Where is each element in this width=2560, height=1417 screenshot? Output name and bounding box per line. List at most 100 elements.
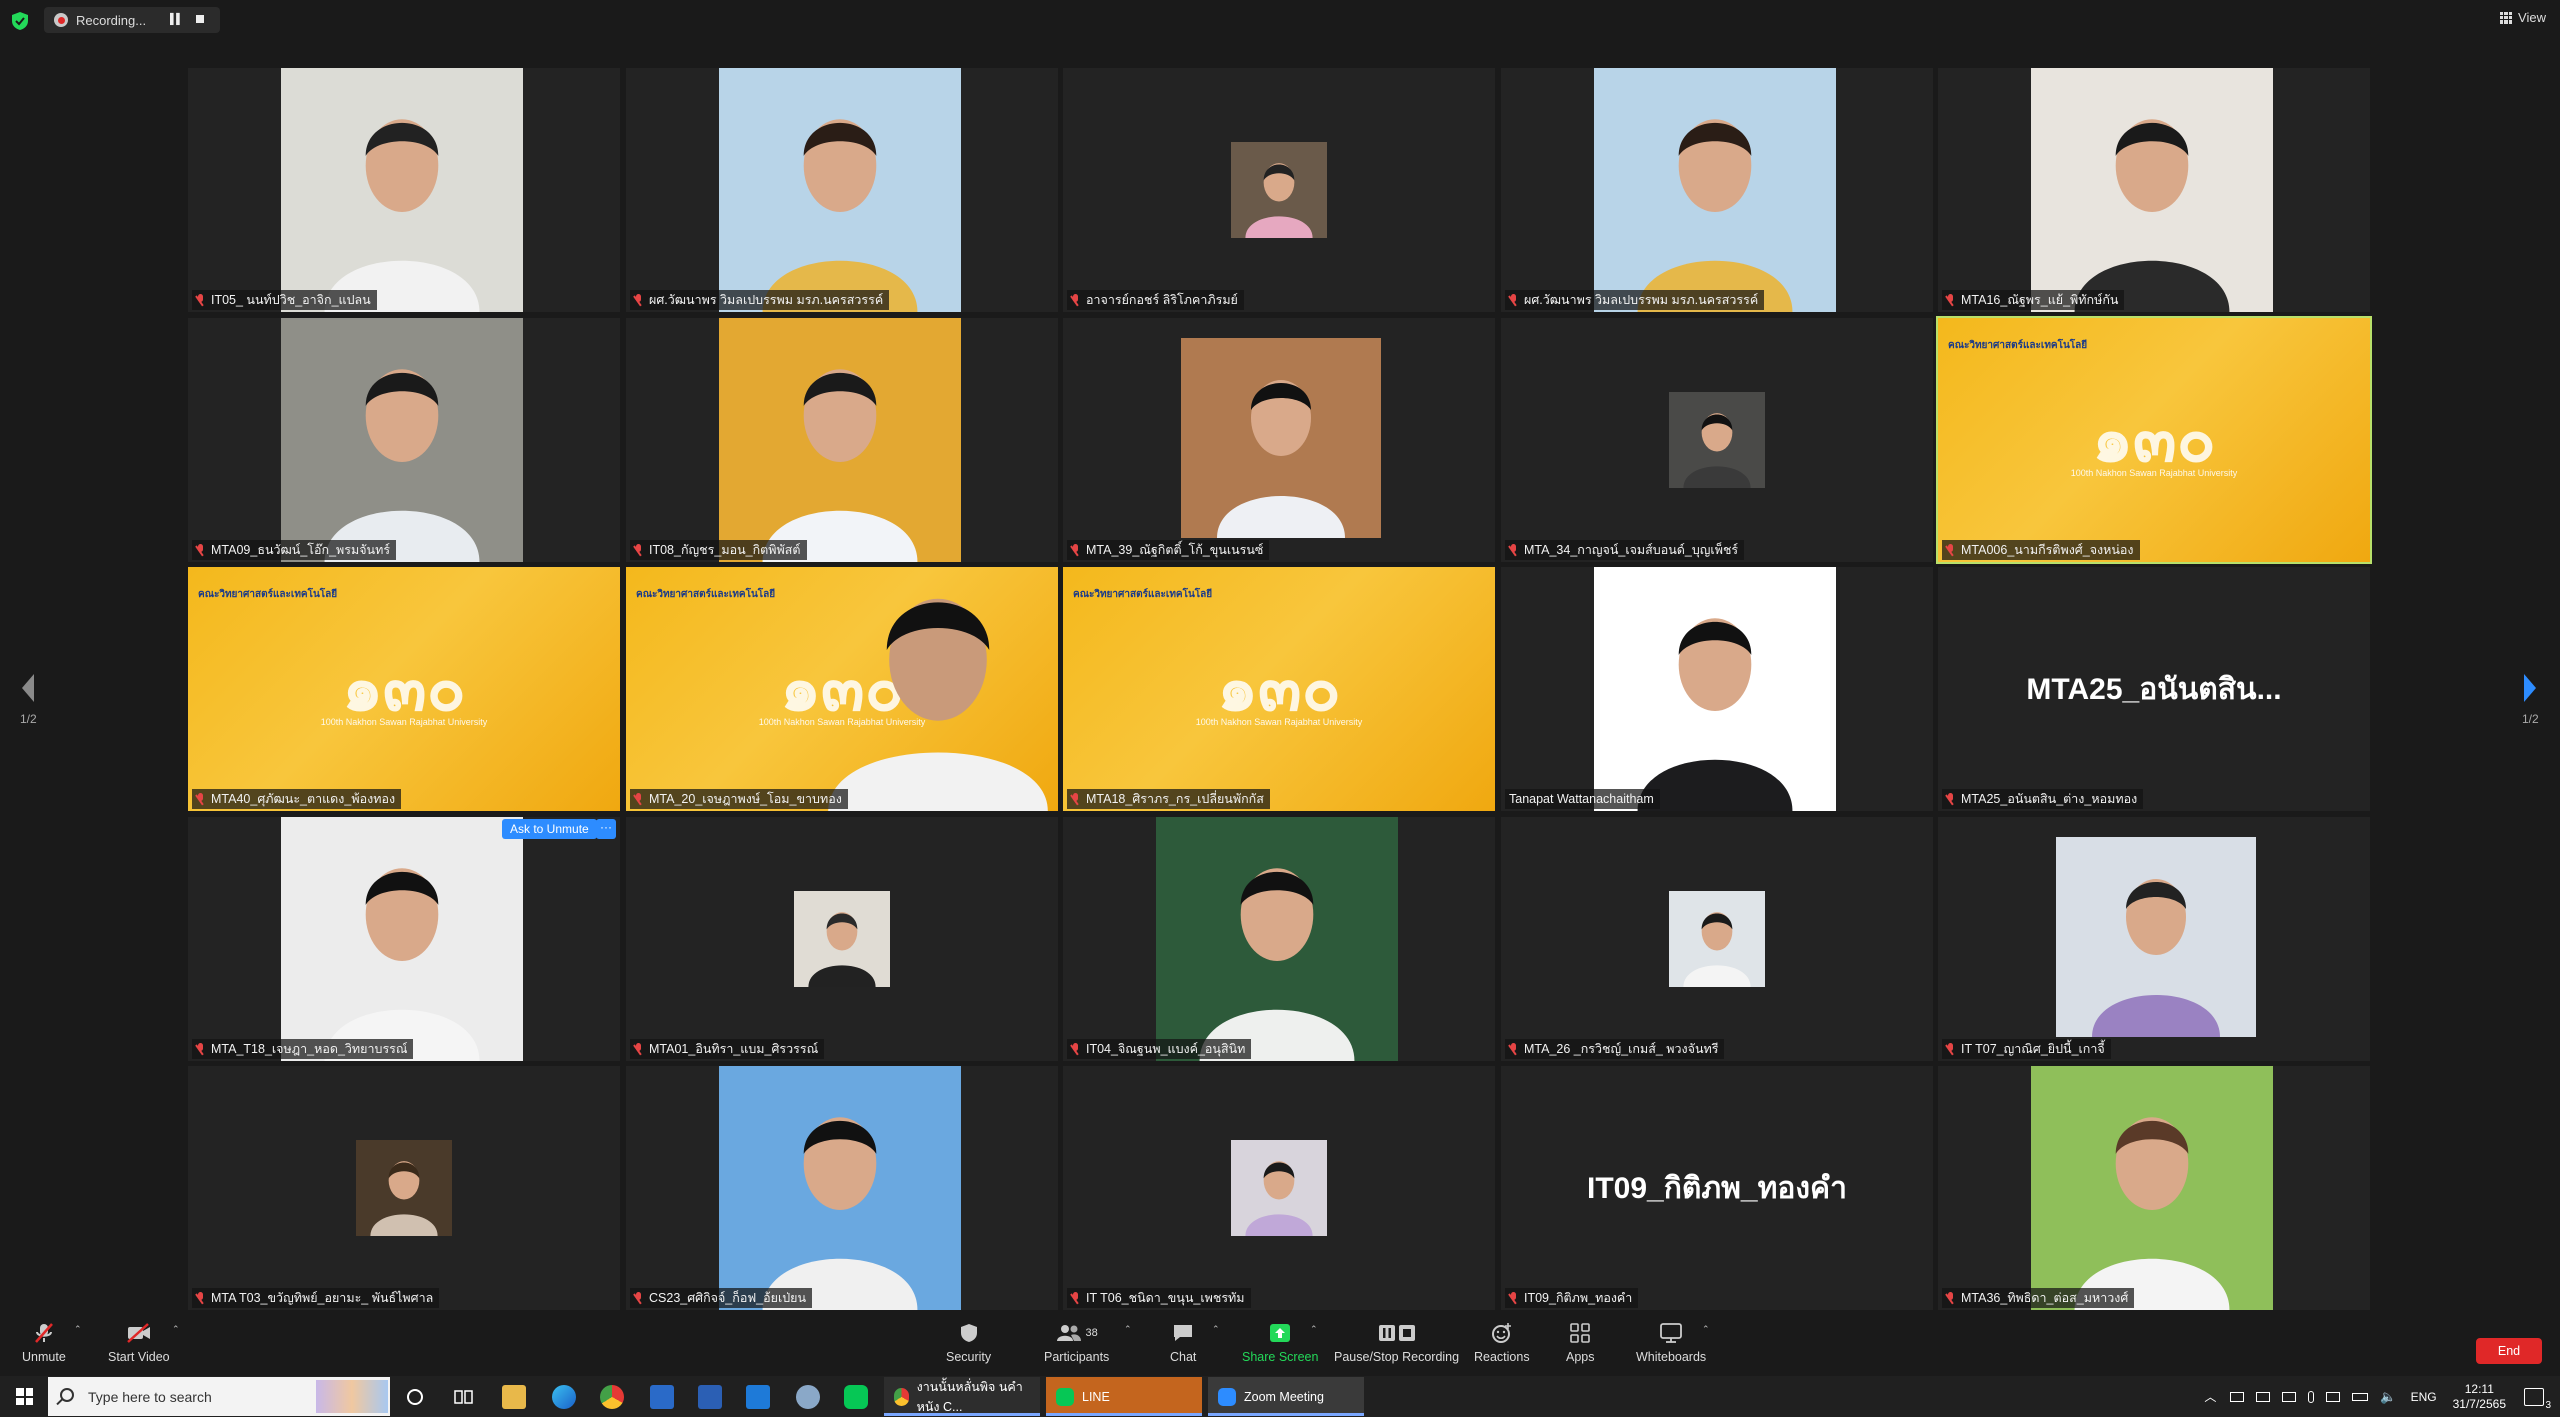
- participants-caret-icon[interactable]: ⌃: [1124, 1324, 1132, 1335]
- language-indicator[interactable]: ENG: [2411, 1390, 2437, 1404]
- participant-tile[interactable]: คณะวิทยาศาสตร์และเทคโนโลยี ๑๓๐ 100th Nakho…: [626, 567, 1058, 811]
- apps-button[interactable]: Apps: [1566, 1322, 1595, 1364]
- participant-video-frame: [1181, 338, 1381, 538]
- participant-thumbnail-frame: [1231, 142, 1327, 238]
- muted-mic-icon: [634, 1043, 644, 1055]
- participant-tile[interactable]: IT04_จิณฐนพ_แบงค์_อนุสินิท: [1063, 817, 1495, 1061]
- stop-recording-icon[interactable]: [196, 15, 204, 23]
- whiteboards-button[interactable]: Whiteboards: [1636, 1322, 1706, 1364]
- participant-name: ผศ.วัฒนาพร วิมลเปบรรพม มรภ.นครสวรรค์: [1524, 293, 1759, 307]
- participant-tile[interactable]: MTA01_อินทิรา_แบม_ศิรวรรณ์: [626, 817, 1058, 1061]
- participants-button[interactable]: 38 Participants: [1044, 1322, 1109, 1364]
- participant-tile[interactable]: MTA_26 _กรวิชญ์_เกมส์_ พวงจันทรี: [1501, 817, 1933, 1061]
- participant-tile[interactable]: MTA09_ธนวัฒน์_โอ๊ก_พรมจันทร์: [188, 318, 620, 562]
- start-video-button[interactable]: Start Video: [108, 1322, 170, 1364]
- edge-icon[interactable]: [552, 1385, 576, 1409]
- participant-tile[interactable]: ผศ.วัฒนาพร วิมลเปบรรพม มรภ.นครสวรรค์: [626, 68, 1058, 312]
- taskbar-search-box[interactable]: Type here to search: [48, 1377, 390, 1416]
- chat-caret-icon[interactable]: ⌃: [1212, 1324, 1220, 1335]
- next-page-arrow-icon[interactable]: [2520, 670, 2540, 706]
- participant-video: [2031, 68, 2273, 312]
- participant-video: [1181, 338, 1381, 538]
- participant-tile[interactable]: IT09_กิติภพ_ทองคำ IT09_กิติภพ_ทองคำ: [1501, 1066, 1933, 1310]
- participant-tile[interactable]: IT T07_ญาณิศ_ยิปนี้_เกาจี้: [1938, 817, 2370, 1061]
- mail-icon[interactable]: [746, 1385, 770, 1409]
- word-icon[interactable]: [698, 1385, 722, 1409]
- tray-app-icon[interactable]: [2230, 1391, 2245, 1402]
- previous-page-arrow-icon[interactable]: [18, 670, 38, 706]
- chrome-icon[interactable]: [600, 1385, 624, 1409]
- video-options-caret-icon[interactable]: ⌃: [172, 1324, 180, 1335]
- volume-icon[interactable]: 🔈: [2380, 1389, 2396, 1405]
- participant-tile[interactable]: Tanapat Wattanachaitham: [1501, 567, 1933, 811]
- cortana-icon[interactable]: [406, 1388, 424, 1406]
- system-tray: ︿ 🔈 ENG 12:11 31/7/2565 3: [2204, 1376, 2560, 1417]
- participant-tile[interactable]: MTA25_อนันตสิน... MTA25_อนันตสิน_ต่าง_หอม…: [1938, 567, 2370, 811]
- participant-name: MTA_26 _กรวิชญ์_เกมส์_ พวงจันทรี: [1524, 1042, 1719, 1056]
- tray-app-icon[interactable]: [2256, 1391, 2271, 1402]
- taskbar-clock[interactable]: 12:11 31/7/2565: [2453, 1382, 2506, 1412]
- start-video-label: Start Video: [108, 1350, 170, 1364]
- participant-thumbnail-frame: [1231, 1140, 1327, 1236]
- participant-tile[interactable]: MTA_39_ณัฐกิตติ์_โก้_ขุนเนรนซ์: [1063, 318, 1495, 562]
- unmute-button[interactable]: Unmute: [22, 1322, 66, 1364]
- taskbar-window-chrome[interactable]: งานนั้นหลั่นพิจ นคำหนัง C...: [884, 1377, 1040, 1416]
- taskbar-window-label: งานนั้นหลั่นพิจ นคำหนัง C...: [916, 1379, 1023, 1414]
- grid-view-icon: [2500, 11, 2513, 24]
- ask-to-unmute-button[interactable]: Ask to Unmute: [502, 819, 597, 839]
- search-highlight-image: [316, 1380, 388, 1413]
- muted-mic-icon: [1509, 1043, 1519, 1055]
- taskbar-window-zoom[interactable]: Zoom Meeting: [1208, 1377, 1364, 1416]
- audio-options-caret-icon[interactable]: ⌃: [74, 1324, 82, 1335]
- chat-button[interactable]: Chat: [1170, 1322, 1196, 1364]
- participant-tile[interactable]: MTA16_ณัฐพร_แย้_พิทักษ์กัน: [1938, 68, 2370, 312]
- participant-tile[interactable]: คณะวิทยาศาสตร์และเทคโนโลยี ๑๓๐ 100th Nakho…: [1936, 316, 2372, 564]
- participant-name: IT T06_ชนิดา_ขนุน_เพชรทัม: [1086, 1291, 1245, 1305]
- share-screen-caret-icon[interactable]: ⌃: [1310, 1324, 1318, 1335]
- microphone-tray-icon[interactable]: [2308, 1390, 2315, 1403]
- share-screen-button[interactable]: Share Screen: [1242, 1322, 1318, 1364]
- end-meeting-button[interactable]: End: [2476, 1338, 2542, 1364]
- pause-stop-recording-button[interactable]: Pause/Stop Recording: [1334, 1322, 1459, 1364]
- pause-recording-icon[interactable]: ▌▌: [170, 14, 183, 25]
- muted-mic-icon: [1071, 1043, 1081, 1055]
- participant-tile[interactable]: MTA T03_ขวัญทิพย์_อยามะ_ พันธ์ไพศาล: [188, 1066, 620, 1310]
- page-indicator-left: 1/2: [20, 712, 37, 726]
- security-button[interactable]: Security: [946, 1322, 991, 1364]
- notifications-icon[interactable]: 3: [2524, 1387, 2551, 1411]
- chrome-small-icon: [894, 1387, 909, 1406]
- app-icon[interactable]: [796, 1385, 820, 1409]
- taskbar-window-line[interactable]: LINE: [1046, 1377, 1202, 1416]
- shield-icon[interactable]: [12, 12, 28, 30]
- task-view-icon[interactable]: [454, 1388, 474, 1406]
- participant-tile[interactable]: อาจารย์กอชร์ ลิริโภคาภิรมย์: [1063, 68, 1495, 312]
- line-app-icon[interactable]: [844, 1385, 868, 1409]
- more-options-button[interactable]: ···: [596, 819, 616, 839]
- file-explorer-icon[interactable]: [502, 1385, 526, 1409]
- participant-name-label: IT09_กิติภพ_ทองคำ: [1505, 1288, 1639, 1308]
- participant-tile[interactable]: IT T06_ชนิดา_ขนุน_เพชรทัม: [1063, 1066, 1495, 1310]
- participant-tile[interactable]: คณะวิทยาศาสตร์และเทคโนโลยี ๑๓๐ 100th Nakho…: [188, 567, 620, 811]
- reactions-button[interactable]: Reactions: [1474, 1322, 1530, 1364]
- participant-tile[interactable]: คณะวิทยาศาสตร์และเทคโนโลยี ๑๓๐ 100th Nakho…: [1063, 567, 1495, 811]
- participant-tile[interactable]: CS23_ศศิกิจจ์_ก็อฟ_อ้ยเป่ยน: [626, 1066, 1058, 1310]
- whiteboards-caret-icon[interactable]: ⌃: [1702, 1324, 1710, 1335]
- muted-mic-icon: [1946, 793, 1956, 805]
- participant-tile[interactable]: MTA_T18_เจษฎา_หอด_วิทยาบรรณ์: [188, 817, 620, 1061]
- view-button[interactable]: View: [2500, 10, 2546, 25]
- banner-subtitle: 100th Nakhon Sawan Rajabhat University: [2070, 468, 2238, 478]
- participant-tile[interactable]: IT05_ นนท์ปวิช_อาจิก_แปลน: [188, 68, 620, 312]
- network-icon[interactable]: [2326, 1391, 2341, 1402]
- participant-tile[interactable]: ผศ.วัฒนาพร วิมลเปบรรพม มรภ.นครสวรรค์: [1501, 68, 1933, 312]
- store-icon[interactable]: [650, 1385, 674, 1409]
- tray-overflow-icon[interactable]: ︿: [2204, 1388, 2216, 1405]
- participant-tile[interactable]: IT08_กัญชร_มอน_กิตพิพัสต์: [626, 318, 1058, 562]
- muted-mic-icon: [634, 294, 644, 306]
- participant-tile[interactable]: MTA36_ทิพธิดา_ต่อส_มหาวงศ์: [1938, 1066, 2370, 1310]
- battery-icon[interactable]: [2352, 1392, 2369, 1401]
- tray-app-icon[interactable]: [2282, 1391, 2297, 1402]
- participant-tile[interactable]: MTA_34_กาญจน์_เจมส์บอนด์_บุญเพ็ชร์: [1501, 318, 1933, 562]
- participant-name-label: MTA18_ศิราภร_กร_เปลี่ยนพักกัส: [1067, 789, 1270, 809]
- participant-display-name: MTA25_อนันตสิน...: [2026, 672, 2282, 706]
- windows-start-icon[interactable]: [16, 1388, 33, 1405]
